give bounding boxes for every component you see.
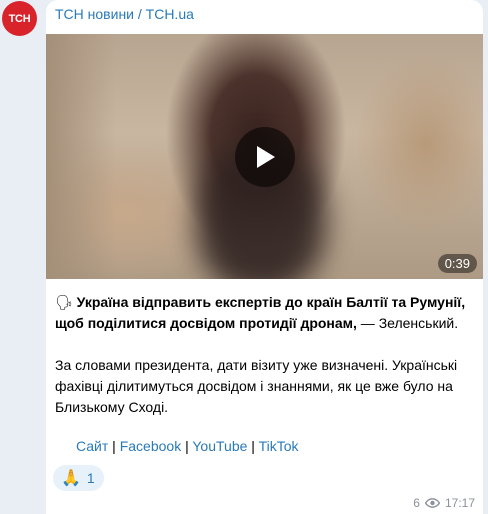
avatar-text: ТСН [8, 12, 31, 25]
social-links: Сайт | Facebook | YouTube | TikTok [76, 438, 299, 454]
facebook-link[interactable]: Facebook [120, 438, 181, 454]
reaction-button[interactable]: 🙏 1 [53, 465, 104, 491]
eye-icon [424, 498, 440, 508]
headline-rest: — Зеленський. [356, 315, 459, 331]
youtube-link[interactable]: YouTube [192, 438, 247, 454]
message-meta: 6 17:17 [413, 496, 475, 510]
post-body: За словами президента, дати візиту уже в… [55, 357, 458, 415]
pray-icon: 🙏 [61, 470, 81, 487]
message-time: 17:17 [444, 496, 475, 510]
site-link[interactable]: Сайт [76, 438, 108, 454]
play-button[interactable] [235, 127, 295, 187]
video-thumbnail-shade [46, 34, 116, 279]
link-separator: | [108, 438, 120, 454]
link-separator: | [181, 438, 193, 454]
message-bubble: ТСН новини / TCH.ua 0:39 🗣 Україна відпр… [46, 0, 483, 514]
channel-name[interactable]: ТСН новини / TCH.ua [55, 6, 194, 22]
video-duration: 0:39 [437, 254, 477, 273]
post-headline: 🗣 Україна відправить експертів до країн … [55, 292, 475, 334]
link-separator: | [247, 438, 259, 454]
view-count: 6 [413, 496, 420, 510]
video-player[interactable]: 0:39 [46, 34, 483, 279]
channel-avatar[interactable]: ТСН [2, 1, 37, 36]
reaction-count: 1 [86, 470, 95, 486]
post-text: 🗣 Україна відправить експертів до країн … [55, 292, 475, 439]
tiktok-link[interactable]: TikTok [259, 438, 299, 454]
play-icon [257, 146, 275, 168]
speech-icon: 🗣 [55, 294, 73, 310]
